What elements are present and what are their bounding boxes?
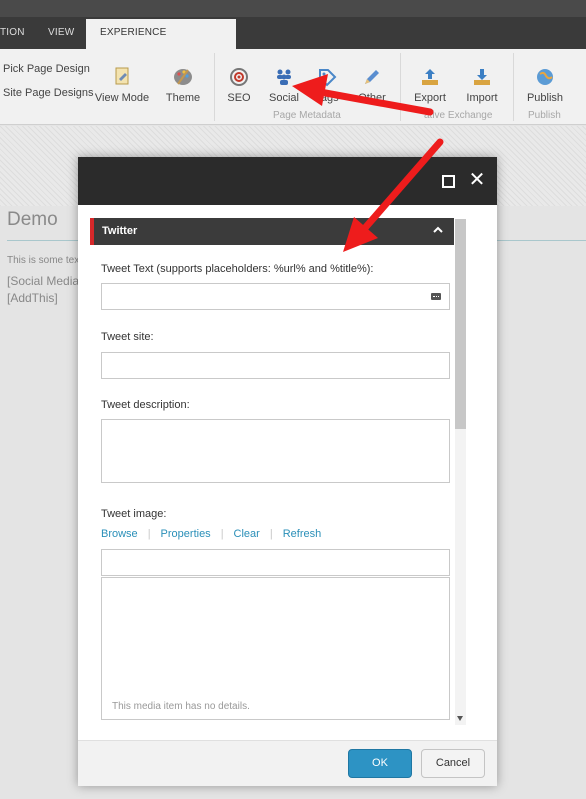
import-button[interactable]: Import (462, 66, 502, 104)
import-label: Import (466, 92, 498, 104)
social-button[interactable]: Social (266, 66, 302, 104)
page-text-line: This is some tex (7, 255, 80, 266)
tweet-description-label: Tweet description: (101, 399, 190, 411)
title-strip (0, 0, 586, 17)
top-tab-bar: TION VIEW EXPERIENCE ACCELERATOR (0, 0, 586, 66)
group-label-content-exchange: ative Exchange (424, 110, 493, 121)
tweet-text-label: Tweet Text (supports placeholders: %url%… (101, 263, 374, 275)
dialog-footer: OK Cancel (78, 740, 497, 786)
scroll-down-icon[interactable] (457, 716, 463, 721)
view-mode-button[interactable]: View Mode (94, 66, 150, 104)
chevron-up-icon[interactable] (432, 224, 444, 236)
publish-label: Publish (526, 92, 564, 104)
image-actions: Browse | Properties | Clear | Refresh (101, 528, 321, 540)
cancel-button[interactable]: Cancel (421, 749, 485, 778)
import-icon (474, 69, 490, 85)
section-title: Twitter (102, 225, 138, 237)
other-label: Other (358, 92, 386, 104)
seo-label: SEO (227, 92, 251, 104)
more-icon[interactable] (431, 293, 441, 300)
site-page-designs-button[interactable]: Site Page Designs (3, 87, 94, 99)
twitter-section-header[interactable]: Twitter (90, 218, 454, 245)
pick-page-design-button[interactable]: Pick Page Design (3, 63, 90, 75)
media-message: This media item has no details. (112, 701, 250, 712)
globe-icon (537, 69, 553, 85)
target-icon (230, 68, 248, 86)
link-divider: | (269, 528, 273, 540)
tweet-description-field[interactable] (101, 419, 450, 483)
social-label: Social (269, 92, 299, 104)
tweet-site-field[interactable] (101, 352, 450, 379)
tab-experience-accelerator[interactable]: EXPERIENCE ACCELERATOR (86, 19, 236, 66)
browse-link[interactable]: Browse (101, 528, 138, 540)
properties-link[interactable]: Properties (161, 528, 211, 540)
ribbon-separator (214, 53, 215, 121)
tags-button[interactable]: Tags (312, 66, 342, 104)
view-mode-icon (115, 67, 129, 85)
maximize-icon[interactable] (442, 175, 455, 188)
tag-icon (319, 69, 337, 87)
tweet-site-label: Tweet site: (101, 331, 154, 343)
tweet-image-path-field[interactable] (101, 549, 450, 576)
group-label-page-metadata: Page Metadata (273, 110, 341, 121)
ok-button[interactable]: OK (348, 749, 412, 778)
pencil-icon (365, 70, 379, 84)
publish-button[interactable]: Publish (524, 66, 566, 104)
theme-button[interactable]: Theme (163, 66, 203, 104)
link-divider: | (147, 528, 151, 540)
dialog-header: ✕ (78, 157, 497, 205)
ribbon-separator (513, 53, 514, 121)
people-icon (277, 69, 291, 85)
clear-link[interactable]: Clear (234, 528, 260, 540)
page-text-line: [Social Media (7, 274, 80, 288)
media-preview: This media item has no details. (101, 577, 450, 720)
link-divider: | (220, 528, 224, 540)
scrollbar-thumb[interactable] (455, 219, 466, 429)
palette-icon (174, 69, 192, 85)
twitter-dialog: ✕ Twitter Tweet Text (supports placehold… (78, 157, 497, 786)
tweet-image-label: Tweet image: (101, 508, 167, 520)
export-button[interactable]: Export (412, 66, 448, 104)
dialog-scrollbar[interactable] (455, 219, 466, 725)
page-title: Demo (7, 209, 58, 230)
export-icon (422, 69, 438, 85)
page-text-line: [AddThis] (7, 291, 58, 305)
close-icon[interactable]: ✕ (468, 170, 486, 190)
tab-ation[interactable]: TION (0, 19, 25, 49)
ribbon-separator (400, 53, 401, 121)
theme-label: Theme (165, 92, 201, 104)
view-mode-label: View Mode (94, 92, 150, 104)
other-button[interactable]: Other (356, 66, 388, 104)
refresh-link[interactable]: Refresh (283, 528, 322, 540)
tab-view[interactable]: VIEW (48, 19, 74, 49)
tags-label: Tags (315, 92, 339, 104)
group-label-publish: Publish (528, 110, 561, 121)
seo-button[interactable]: SEO (225, 66, 253, 104)
ribbon: Pick Page Design Site Page Designs View … (0, 49, 586, 125)
export-label: Export (414, 92, 446, 104)
tweet-text-field[interactable] (101, 283, 450, 310)
